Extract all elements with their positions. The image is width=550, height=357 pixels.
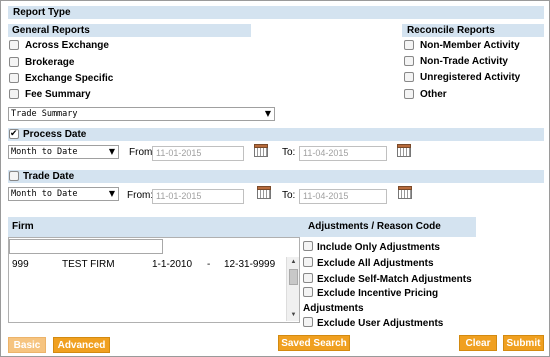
fee-summary-label: Fee Summary (25, 89, 91, 100)
process-date-period-value: Month to Date (11, 147, 78, 157)
trade-date-title: Trade Date (23, 171, 75, 182)
include-only-adjustments-checkbox[interactable] (303, 241, 313, 251)
exchange-specific-label: Exchange Specific (25, 73, 114, 84)
firm-list-scrollbar[interactable]: ▲ ▼ (286, 257, 299, 321)
saved-search-button[interactable]: Saved Search (278, 335, 350, 351)
process-date-period-select[interactable]: Month to Date ▼ (8, 145, 119, 159)
chevron-down-icon: ▼ (264, 109, 271, 118)
process-date-to-label: To: (282, 147, 296, 158)
process-date-bar: Process Date (8, 127, 544, 141)
exchange-specific-checkbox[interactable] (9, 73, 19, 83)
reconcile-reports-title: Reconcile Reports (407, 25, 495, 36)
non-member-activity-checkbox[interactable] (404, 40, 414, 50)
exclude-incentive-pricing-label-cont: Adjustments (303, 303, 364, 314)
trade-date-from-label: From: (127, 190, 154, 201)
adjustments-header: Adjustments / Reason Code (302, 217, 476, 237)
trade-date-bar: Trade Date (8, 170, 544, 183)
firm-search-input[interactable] (9, 239, 163, 254)
report-select-value: Trade Summary (11, 109, 78, 119)
non-trade-activity-checkbox[interactable] (404, 56, 414, 66)
brokerage-checkbox[interactable] (9, 57, 19, 67)
report-type-title: Report Type (13, 7, 71, 18)
scroll-down-icon[interactable]: ▼ (288, 311, 299, 320)
exclude-self-match-checkbox[interactable] (303, 273, 313, 283)
report-type-bar: Report Type (8, 6, 544, 19)
firm-row-sep: - (207, 259, 211, 270)
process-date-checkbox[interactable] (9, 127, 19, 139)
process-date-title: Process Date (23, 129, 87, 140)
calendar-icon[interactable] (257, 186, 271, 199)
exclude-incentive-pricing-checkbox[interactable] (303, 287, 313, 297)
chevron-down-icon: ▼ (108, 189, 115, 198)
firm-row-end[interactable]: 12-31-9999 (224, 259, 275, 271)
firm-header: Firm (8, 217, 302, 237)
exclude-all-adjustments-checkbox[interactable] (303, 257, 313, 267)
unregistered-activity-label: Unregistered Activity (420, 72, 521, 83)
calendar-icon[interactable] (397, 144, 411, 157)
submit-button[interactable]: Submit (503, 335, 544, 351)
other-label: Other (420, 89, 447, 100)
fee-summary-checkbox[interactable] (9, 89, 19, 99)
across-exchange-checkbox[interactable] (9, 40, 19, 50)
calendar-icon[interactable] (398, 186, 412, 199)
trade-date-to-label: To: (282, 190, 296, 201)
firm-row-id[interactable]: 999 (12, 259, 29, 271)
firm-row-start[interactable]: 1-1-2010 (152, 259, 192, 271)
trade-date-period-value: Month to Date (11, 189, 78, 199)
process-date-from-input[interactable]: 11-01-2015 (152, 146, 244, 161)
report-form: Report Type General Reports Reconcile Re… (0, 0, 550, 357)
scroll-thumb[interactable] (289, 269, 298, 285)
trade-date-checkbox[interactable] (9, 171, 19, 181)
non-member-activity-label: Non-Member Activity (420, 40, 520, 51)
other-checkbox[interactable] (404, 89, 414, 99)
process-date-from-label: From (129, 147, 153, 158)
trade-date-to-input[interactable]: 11-04-2015 (299, 189, 387, 204)
exclude-self-match-label: Exclude Self-Match Adjustments (317, 274, 472, 285)
advanced-button[interactable]: Advanced (53, 337, 110, 353)
chevron-down-icon: ▼ (108, 147, 115, 156)
process-date-to-input[interactable]: 11-04-2015 (299, 146, 387, 161)
firm-row-name[interactable]: TEST FIRM (62, 259, 115, 271)
basic-button[interactable]: Basic (8, 337, 46, 353)
exclude-user-adjustments-label: Exclude User Adjustments (317, 318, 444, 329)
unregistered-activity-checkbox[interactable] (404, 72, 414, 82)
trade-date-from-input[interactable]: 11-01-2015 (152, 189, 244, 204)
exclude-user-adjustments-checkbox[interactable] (303, 317, 313, 327)
general-reports-title: General Reports (12, 25, 90, 36)
non-trade-activity-label: Non-Trade Activity (420, 56, 508, 67)
clear-button[interactable]: Clear (459, 335, 497, 351)
trade-date-period-select[interactable]: Month to Date ▼ (8, 187, 119, 201)
general-reports-bar: General Reports (8, 24, 251, 37)
calendar-icon[interactable] (254, 144, 268, 157)
include-only-adjustments-label: Include Only Adjustments (317, 242, 440, 253)
exclude-all-adjustments-label: Exclude All Adjustments (317, 258, 434, 269)
scroll-up-icon[interactable]: ▲ (288, 258, 299, 267)
report-select[interactable]: Trade Summary ▼ (8, 107, 275, 121)
exclude-incentive-pricing-label: Exclude Incentive Pricing (317, 288, 439, 299)
across-exchange-label: Across Exchange (25, 40, 109, 51)
brokerage-label: Brokerage (25, 57, 75, 68)
reconcile-reports-bar: Reconcile Reports (402, 24, 544, 37)
